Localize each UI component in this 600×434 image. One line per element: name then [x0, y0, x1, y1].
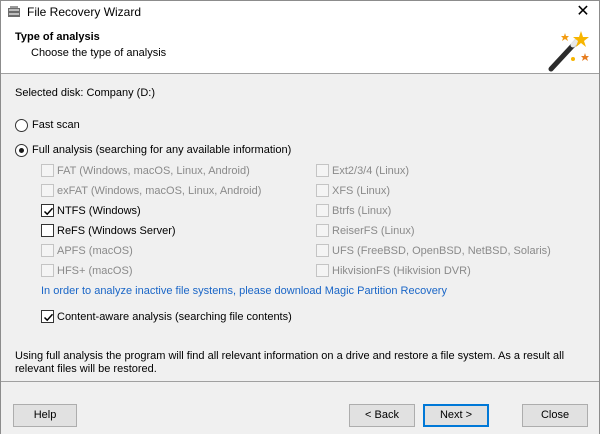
xfs-label: XFS (Linux): [332, 185, 391, 197]
full-analysis-label[interactable]: Full analysis (searching for any availab…: [32, 144, 291, 156]
download-partition-recovery-link[interactable]: In order to analyze inactive file system…: [41, 285, 447, 297]
hfsplus-label: HFS+ (macOS): [57, 265, 133, 277]
xfs-checkbox[interactable]: [316, 184, 329, 197]
reiserfs-label: ReiserFS (Linux): [332, 225, 415, 237]
app-icon: [8, 6, 20, 17]
btrfs-label: Btrfs (Linux): [332, 205, 392, 217]
ntfs-checkbox[interactable]: [41, 204, 54, 217]
full-analysis-radio[interactable]: [15, 144, 28, 157]
wizard-window: File Recovery Wizard ✕ Type of analysis …: [0, 0, 600, 434]
close-icon: ✕: [576, 3, 590, 20]
hfsplus-checkbox[interactable]: [41, 264, 54, 277]
apfs-checkbox[interactable]: [41, 244, 54, 257]
close-button[interactable]: Close: [522, 404, 588, 427]
fat-checkbox[interactable]: [41, 164, 54, 177]
btrfs-checkbox[interactable]: [316, 204, 329, 217]
ext-checkbox[interactable]: [316, 164, 329, 177]
refs-checkbox[interactable]: [41, 224, 54, 237]
content-aware-checkbox[interactable]: [41, 310, 54, 323]
wizard-body: Selected disk: Company (D:) Fast scan Fu…: [1, 74, 599, 382]
magic-wand-icon: [548, 31, 589, 72]
page-title: Type of analysis: [15, 31, 100, 43]
hikvisionfs-label: HikvisionFS (Hikvision DVR): [332, 265, 471, 277]
exfat-label: exFAT (Windows, macOS, Linux, Android): [57, 185, 262, 197]
window-close-button[interactable]: ✕: [567, 1, 599, 23]
fat-label: FAT (Windows, macOS, Linux, Android): [57, 165, 250, 177]
fast-scan-radio[interactable]: [15, 119, 28, 132]
refs-label[interactable]: ReFS (Windows Server): [57, 225, 176, 237]
next-button[interactable]: Next >: [423, 404, 489, 427]
back-button[interactable]: < Back: [349, 404, 415, 427]
ufs-label: UFS (FreeBSD, OpenBSD, NetBSD, Solaris): [332, 245, 551, 257]
fast-scan-label[interactable]: Fast scan: [32, 119, 80, 131]
apfs-label: APFS (macOS): [57, 245, 133, 257]
page-subtitle: Choose the type of analysis: [31, 47, 167, 59]
exfat-checkbox[interactable]: [41, 184, 54, 197]
window-title: File Recovery Wizard: [27, 5, 142, 19]
wizard-footer: Help < Back Next > Close: [1, 382, 599, 434]
checkmark-icon: [43, 207, 54, 216]
wizard-header: Type of analysis Choose the type of anal…: [1, 23, 599, 73]
ufs-checkbox[interactable]: [316, 244, 329, 257]
checkmark-icon: [43, 313, 54, 322]
title-bar: File Recovery Wizard ✕: [1, 1, 599, 23]
analysis-info-text: Using full analysis the program will fin…: [15, 350, 565, 375]
hikvisionfs-checkbox[interactable]: [316, 264, 329, 277]
ntfs-label[interactable]: NTFS (Windows): [57, 205, 141, 217]
ext-label: Ext2/3/4 (Linux): [332, 165, 410, 177]
content-aware-label[interactable]: Content-aware analysis (searching file c…: [57, 311, 292, 323]
help-button[interactable]: Help: [13, 404, 77, 427]
reiserfs-checkbox[interactable]: [316, 224, 329, 237]
selected-disk-label: Selected disk: Company (D:): [15, 87, 155, 99]
